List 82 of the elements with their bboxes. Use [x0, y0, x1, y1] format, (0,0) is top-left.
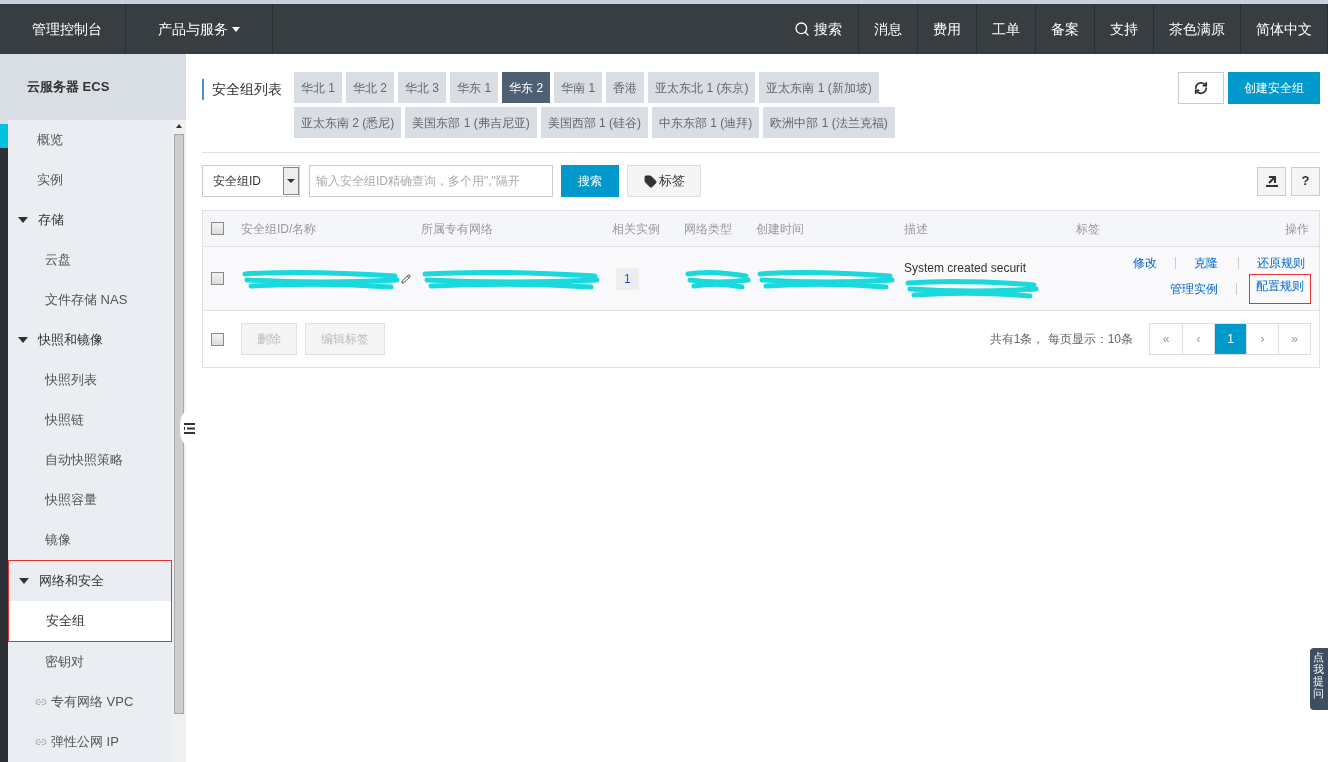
region-tab[interactable]: 亚太东南 1 (新加坡)	[759, 72, 879, 103]
column-header: 创建时间	[756, 220, 805, 238]
sidebar-title: 云服务器 ECS	[8, 54, 186, 120]
region-tab[interactable]: 亚太东北 1 (东京)	[648, 72, 756, 103]
search-icon	[794, 21, 810, 37]
export-icon	[1265, 175, 1278, 187]
sidebar-item[interactable]: 概览	[8, 120, 172, 160]
region-tab[interactable]: 亚太东南 2 (悉尼)	[294, 107, 402, 138]
sidebar-item[interactable]: 自动快照策略	[8, 440, 172, 480]
region-tab[interactable]: 美国东部 1 (弗吉尼亚)	[405, 107, 537, 138]
sidebar-item[interactable]: 实例	[8, 160, 172, 200]
top-link[interactable]: 工单	[977, 4, 1036, 54]
sidebar-item[interactable]: 专有网络 VPC	[8, 682, 172, 722]
sidebar-item[interactable]: 快照链	[8, 400, 172, 440]
search-link[interactable]: 搜索	[778, 4, 859, 54]
column-header: 标签	[1076, 220, 1101, 238]
action-link[interactable]: 修改	[1127, 253, 1163, 272]
column-header: 网络类型	[684, 220, 733, 238]
region-tab[interactable]: 欧洲中部 1 (法兰克福)	[763, 107, 895, 138]
region-tab[interactable]: 华东 2	[502, 72, 551, 103]
region-tab[interactable]: 华北 1	[294, 72, 342, 103]
region-tab[interactable]: 华南 1	[554, 72, 603, 103]
caret-down-icon	[19, 578, 29, 584]
instance-count[interactable]: 1	[616, 267, 639, 290]
sidebar-item[interactable]: 云盘	[8, 240, 172, 280]
sidebar-group[interactable]: 网络和安全	[9, 561, 171, 601]
edit-icon[interactable]	[401, 273, 411, 284]
refresh-icon	[1194, 81, 1208, 95]
feedback-tab[interactable]: 点我提问	[1310, 648, 1328, 710]
refresh-button[interactable]	[1178, 72, 1224, 104]
page-title: 安全组列表	[202, 79, 282, 100]
region-tab[interactable]: 华北 3	[398, 72, 447, 103]
sidebar-item[interactable]: 弹性公网 IP	[8, 722, 172, 762]
top-link[interactable]: 消息	[859, 4, 918, 54]
tag-icon	[643, 174, 657, 188]
sidebar-item[interactable]: 安全组	[9, 601, 171, 641]
checkbox[interactable]	[211, 332, 224, 346]
link-icon	[35, 736, 47, 748]
caret-down-icon	[18, 337, 28, 343]
description-text: System created securit	[904, 259, 1028, 277]
strip-header	[0, 54, 8, 124]
column-header: 安全组ID/名称	[241, 220, 318, 238]
sidebar-item[interactable]: 快照容量	[8, 480, 172, 520]
top-link[interactable]: 费用	[918, 4, 977, 54]
action-link[interactable]: 还原规则	[1251, 253, 1311, 272]
menu-icon	[183, 422, 195, 434]
sidebar-item[interactable]: 文件存储 NAS	[8, 280, 172, 320]
redaction-scribble	[684, 267, 752, 290]
region-tab[interactable]: 美国西部 1 (硅谷)	[540, 107, 649, 138]
top-link[interactable]: 茶色满原	[1154, 4, 1241, 54]
checkbox[interactable]	[211, 272, 224, 285]
action-link[interactable]: 管理实例	[1164, 279, 1224, 298]
column-header: 描述	[904, 220, 929, 238]
column-header: 操作	[1285, 220, 1310, 238]
action-link[interactable]: 配置规则	[1249, 273, 1311, 304]
sidebar-item[interactable]: 镜像	[8, 520, 172, 560]
action-link[interactable]: 克隆	[1188, 253, 1224, 272]
field-select[interactable]: 安全组ID	[202, 165, 300, 197]
caret-icon	[287, 179, 295, 183]
sidebar-item[interactable]: 密钥对	[8, 642, 172, 682]
pagination-summary: 共有1条， 每页显示：10条	[989, 331, 1133, 348]
caret-icon	[232, 26, 240, 32]
region-tab[interactable]: 华北 2	[346, 72, 395, 103]
top-link[interactable]: 简体中文	[1241, 4, 1328, 54]
region-tab[interactable]: 香港	[606, 72, 645, 103]
help-button[interactable]: ?	[1291, 166, 1320, 196]
top-link[interactable]: 备案	[1036, 4, 1095, 54]
search-field[interactable]: 输入安全组ID精确查询，多个用","隔开	[309, 165, 553, 197]
caret-down-icon	[18, 217, 28, 223]
link-icon	[35, 696, 47, 708]
active-marker	[0, 124, 8, 148]
region-tab[interactable]: 华东 1	[450, 72, 499, 103]
column-header: 相关实例	[612, 220, 661, 238]
sidebar-item[interactable]: 快照列表	[8, 360, 172, 400]
column-header: 所属专有网络	[421, 220, 494, 238]
region-tab[interactable]: 中东东部 1 (迪拜)	[652, 107, 760, 138]
sidebar-group[interactable]: 快照和镜像	[8, 320, 172, 360]
top-link[interactable]: 支持	[1095, 4, 1154, 54]
sidebar-group[interactable]: 存储	[8, 200, 172, 240]
tag-button[interactable]: 标签	[627, 165, 701, 197]
checkbox[interactable]	[211, 222, 224, 235]
export-button[interactable]	[1257, 166, 1286, 196]
